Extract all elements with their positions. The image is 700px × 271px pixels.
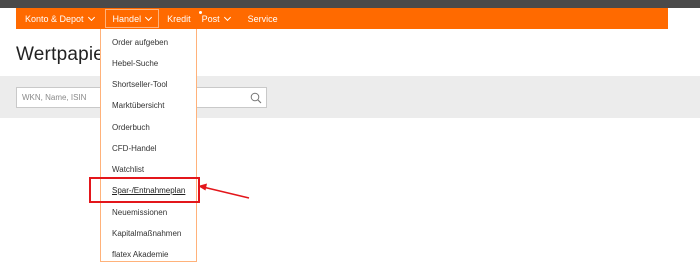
highlight-annotation-box (89, 177, 200, 203)
menu-item-cfd-handel[interactable]: CFD-Handel (112, 144, 156, 153)
page-title: Wertpapier (16, 44, 111, 65)
menu-item-order-aufgeben[interactable]: Order aufgeben (112, 38, 168, 47)
nav-item-konto-depot[interactable]: Konto & Depot (25, 8, 95, 29)
chevron-down-icon (223, 13, 231, 21)
top-bar (0, 0, 700, 8)
menu-item-orderbuch[interactable]: Orderbuch (112, 123, 150, 132)
menu-item-shortseller-tool[interactable]: Shortseller-Tool (112, 80, 168, 89)
menu-item-neuemissionen[interactable]: Neuemissionen (112, 208, 167, 217)
nav-item-post[interactable]: Post (198, 8, 231, 29)
page: Konto & Depot Handel Kredit Post Service… (0, 0, 700, 271)
nav-item-service[interactable]: Service (248, 8, 278, 29)
nav-label-konto-depot: Konto & Depot (25, 13, 84, 24)
search-icon[interactable] (250, 92, 262, 104)
chevron-down-icon (87, 13, 95, 21)
menu-item-marktuebersicht[interactable]: Marktübersicht (112, 101, 164, 110)
nav-label-post: Post (201, 13, 220, 24)
annotation-arrow-icon (198, 183, 250, 199)
menu-item-flatex-akademie[interactable]: flatex Akademie (112, 250, 168, 259)
handel-dropdown-menu: Order aufgeben Hebel-Suche Shortseller-T… (100, 29, 197, 262)
nav-label-kredit: Kredit (167, 13, 191, 24)
menu-item-kapitalmassnahmen[interactable]: Kapitalmaßnahmen (112, 229, 181, 238)
main-navigation: Konto & Depot Handel Kredit Post Service (16, 8, 668, 29)
nav-item-handel[interactable]: Handel (103, 8, 161, 29)
menu-item-watchlist[interactable]: Watchlist (112, 165, 144, 174)
nav-label-service: Service (247, 13, 278, 24)
chevron-down-icon (145, 13, 153, 21)
menu-item-hebel-suche[interactable]: Hebel-Suche (112, 59, 158, 68)
notification-dot-icon (198, 11, 202, 14)
nav-label-handel: Handel (112, 13, 142, 24)
nav-item-kredit[interactable]: Kredit (167, 8, 191, 29)
